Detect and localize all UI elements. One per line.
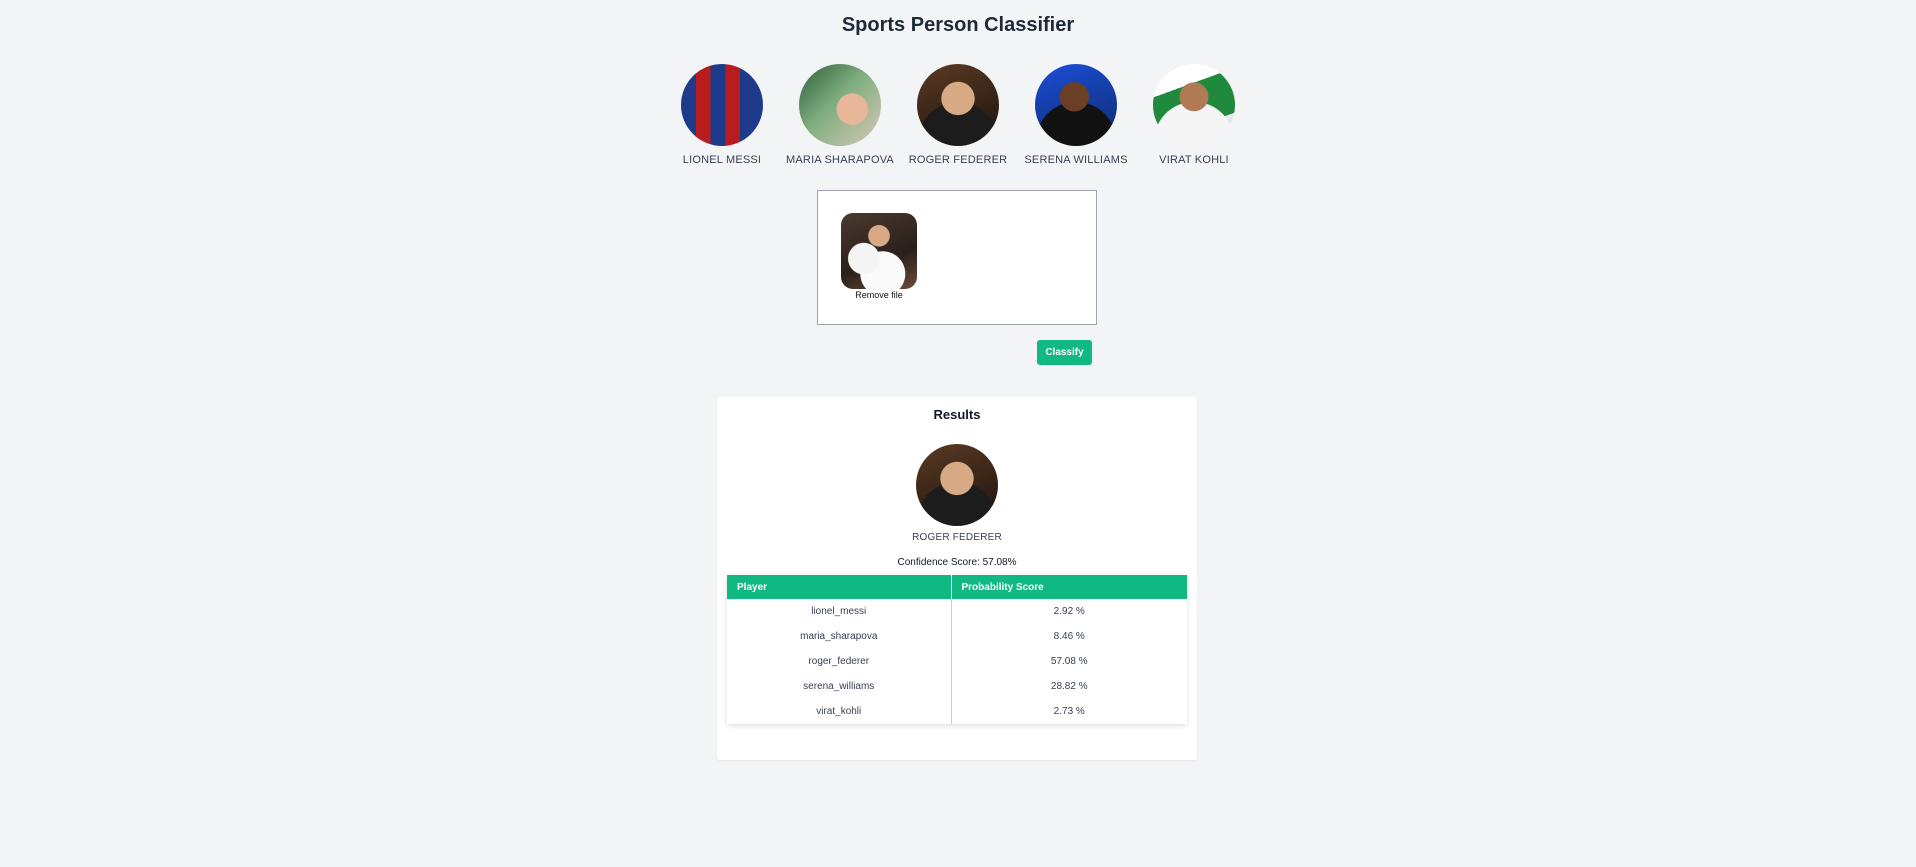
score-cell: 28.82 % xyxy=(1050,681,1088,692)
score-cell: 8.46 % xyxy=(1053,631,1085,642)
player-card-serena: SERENA WILLIAMS xyxy=(1024,64,1128,166)
player-cell: roger_federer xyxy=(727,649,952,674)
score-cell: 2.92 % xyxy=(1053,606,1085,617)
sharapova-photo xyxy=(799,64,881,146)
player-name: SERENA WILLIAMS xyxy=(1024,154,1128,166)
player-name: LIONEL MESSI xyxy=(682,154,762,166)
remove-file-link[interactable]: Remove file xyxy=(838,290,920,300)
table-row: maria_sharapova 8.46 % xyxy=(727,624,1187,649)
player-card-messi: LIONEL MESSI xyxy=(681,64,763,166)
player-cell: lionel_messi xyxy=(727,599,952,624)
player-card-federer: ROGER FEDERER xyxy=(909,64,1007,166)
score-cell: 2.73 % xyxy=(1053,706,1085,717)
player-cell: maria_sharapova xyxy=(727,624,952,649)
page-title: Sports Person Classifier xyxy=(841,14,1075,36)
column-header-player: Player xyxy=(727,575,952,599)
player-card-sharapova: MARIA SHARAPOVA xyxy=(786,64,894,166)
table-row: virat_kohli 2.73 % xyxy=(727,699,1187,724)
score-cell: 57.08 % xyxy=(1050,656,1088,667)
federer-photo xyxy=(917,64,999,146)
predicted-player-name: ROGER FEDERER xyxy=(912,532,1002,543)
serena-photo xyxy=(1035,64,1117,146)
probability-table: Player Probability Score lionel_messi 2.… xyxy=(727,575,1187,724)
file-dropzone[interactable]: Remove file xyxy=(817,190,1097,325)
uploaded-image-thumbnail xyxy=(841,213,917,289)
kohli-photo xyxy=(1153,64,1235,146)
table-row: roger_federer 57.08 % xyxy=(727,649,1187,674)
messi-photo xyxy=(681,64,763,146)
table-row: serena_williams 28.82 % xyxy=(727,674,1187,699)
player-cell: virat_kohli xyxy=(727,699,952,724)
table-header-row: Player Probability Score xyxy=(727,575,1187,599)
confidence-score: Confidence Score: 57.08% xyxy=(897,557,1017,568)
column-header-score: Probability Score xyxy=(951,575,1187,599)
table-row: lionel_messi 2.92 % xyxy=(727,599,1187,624)
results-panel: Results ROGER FEDERER Confidence Score: … xyxy=(717,397,1197,760)
player-name: MARIA SHARAPOVA xyxy=(786,154,894,166)
player-name: VIRAT KOHLI xyxy=(1159,154,1229,166)
classify-button[interactable]: Classify xyxy=(1037,340,1092,365)
player-cell: serena_williams xyxy=(727,674,952,699)
player-name: ROGER FEDERER xyxy=(908,154,1008,166)
results-title: Results xyxy=(933,407,981,422)
predicted-player-photo xyxy=(916,444,998,526)
player-card-kohli: VIRAT KOHLI xyxy=(1153,64,1235,166)
player-gallery: LIONEL MESSI MARIA SHARAPOVA ROGER FEDER… xyxy=(0,64,1916,166)
